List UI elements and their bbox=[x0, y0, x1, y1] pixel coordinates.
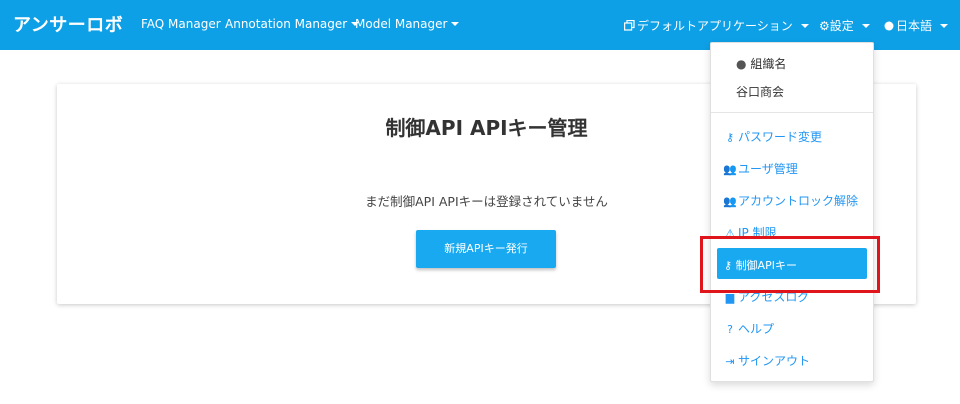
annotation-highlight-box bbox=[700, 236, 880, 293]
divider bbox=[711, 112, 873, 113]
nav-model-manager[interactable]: Model Manager bbox=[355, 17, 459, 31]
globe-icon bbox=[884, 19, 896, 33]
nav-annotation-manager-label: Annotation Manager bbox=[225, 17, 348, 31]
gear-icon: ⚙ bbox=[819, 19, 830, 33]
menu-label: ヘルプ bbox=[738, 322, 775, 336]
nav-annotation-manager[interactable]: Annotation Manager bbox=[225, 17, 359, 31]
menu-label: ユーザ管理 bbox=[738, 162, 798, 176]
menu-label: アカウントロック解除 bbox=[738, 194, 859, 208]
org-name-row: ● 組織名 bbox=[736, 55, 786, 72]
nav-model-manager-label: Model Manager bbox=[355, 17, 448, 31]
language-label: 日本語 bbox=[896, 19, 933, 33]
help-icon: ? bbox=[727, 323, 733, 336]
company-name: 谷口商会 bbox=[736, 85, 785, 99]
users-icon: 👥 bbox=[723, 195, 737, 208]
sign-out-icon: ⇥ bbox=[725, 355, 735, 368]
brand-logo[interactable]: アンサーロボ bbox=[13, 11, 123, 37]
nav-faq-manager[interactable]: FAQ Manager bbox=[141, 17, 221, 31]
menu-user-management[interactable]: 👥ユーザ管理 bbox=[723, 160, 798, 177]
menu-label: パスワード変更 bbox=[738, 130, 823, 144]
user-circle-icon: ● bbox=[736, 57, 747, 71]
settings-dropdown: ● 組織名 谷口商会 ⚷ パスワード変更 👥ユーザ管理 👥アカウントロック解除 ⚠… bbox=[710, 42, 874, 382]
copy-icon bbox=[624, 19, 637, 33]
menu-password-change[interactable]: ⚷ パスワード変更 bbox=[723, 128, 822, 145]
users-icon: 👥 bbox=[723, 163, 737, 176]
menu-label: サインアウト bbox=[738, 354, 811, 368]
key-icon: ⚷ bbox=[725, 131, 735, 144]
settings-menu[interactable]: ⚙設定 bbox=[819, 17, 870, 34]
menu-sign-out[interactable]: ⇥ サインアウト bbox=[723, 352, 810, 369]
settings-label: 設定 bbox=[829, 19, 854, 33]
app-selector-label: デフォルトアプリケーション bbox=[637, 19, 793, 33]
app-selector[interactable]: デフォルトアプリケーション bbox=[624, 17, 809, 34]
org-name-label: 組織名 bbox=[750, 57, 787, 71]
issue-api-key-button[interactable]: 新規APIキー発行 bbox=[416, 230, 556, 268]
menu-account-unlock[interactable]: 👥アカウントロック解除 bbox=[723, 192, 858, 209]
language-menu[interactable]: 日本語 bbox=[884, 17, 948, 34]
menu-help[interactable]: ? ヘルプ bbox=[723, 320, 774, 337]
